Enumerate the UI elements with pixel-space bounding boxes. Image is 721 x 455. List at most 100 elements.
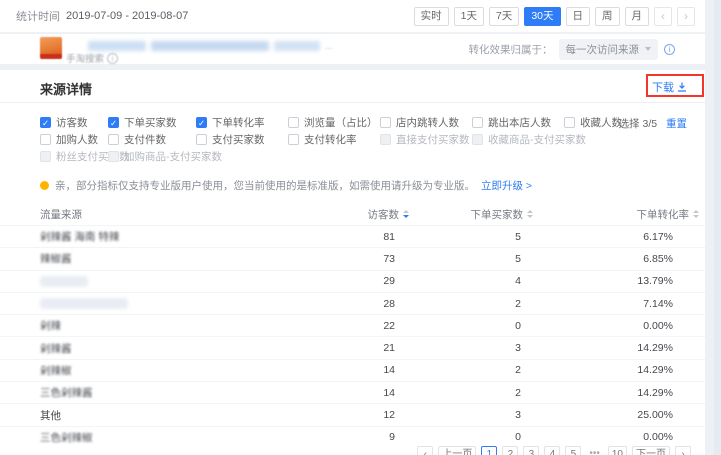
metric-checkbox-item[interactable]: ✓访客数 [40, 115, 108, 130]
page-title: 来源详情 [40, 79, 92, 98]
pagination-item[interactable]: 上一页 [438, 446, 476, 455]
prev-period-button[interactable]: ‹ [654, 7, 672, 26]
source-cell: 剁辣椒 [0, 363, 295, 378]
checkbox[interactable] [288, 117, 299, 128]
checkbox[interactable]: ✓ [40, 117, 51, 128]
attribution-select[interactable]: 每一次访问来源 [559, 39, 659, 60]
checkbox [472, 134, 483, 145]
pagination-item[interactable]: 下一页 [632, 446, 670, 455]
source-cell [0, 275, 295, 287]
table-row: 剁辣酱21314.29% [0, 336, 705, 358]
checkbox[interactable] [380, 117, 391, 128]
metric-label: 跳出本店人数 [488, 115, 551, 130]
pagination-item[interactable]: 3 [523, 446, 539, 455]
metric-label: 支付转化率 [304, 132, 357, 147]
source-label: 三色剁辣酱 [40, 387, 93, 399]
source-cell: 剁辣 [0, 318, 295, 333]
metric-checkbox-item[interactable]: ✓ 下单转化率 [196, 115, 288, 130]
time-range-button[interactable]: 实时 [414, 7, 449, 26]
metric-label: 支付买家数 [212, 132, 265, 147]
conversion-cell: 25.00% [539, 409, 705, 421]
pagination-item[interactable]: ‹ [417, 446, 433, 455]
column-source: 流量来源 [0, 207, 295, 222]
table-row: 辣椒酱7356.85% [0, 247, 705, 269]
sort-icon[interactable] [403, 210, 409, 218]
metric-checkbox-item[interactable]: 支付件数 [108, 132, 196, 147]
buyers-cell: 3 [415, 342, 539, 354]
date-range-value[interactable]: 2019-07-09 - 2019-08-07 [66, 10, 188, 22]
metric-checkbox-item[interactable]: 加购人数 [40, 132, 108, 147]
notice-dot-icon [40, 181, 49, 190]
pagination-item[interactable]: 1 [481, 446, 497, 455]
buyers-cell: 2 [415, 364, 539, 376]
metric-checkbox-item[interactable]: 支付转化率 [288, 132, 380, 147]
checkbox[interactable]: ✓ [196, 117, 207, 128]
metric-checkbox-item[interactable]: 支付买家数 [196, 132, 288, 147]
pagination-item[interactable]: › [675, 446, 691, 455]
source-label: 剁辣 [40, 320, 61, 332]
panel-header: 来源详情 下载 [0, 70, 705, 103]
table-row: 其他12325.00% [0, 403, 705, 425]
metric-row: ✓访客数✓下单买家数✓下单转化率浏览量（占比）店内跳转人数跳出本店人数收藏人数 [40, 114, 705, 131]
time-range-button[interactable]: 日 [566, 7, 591, 26]
metric-checkbox-item[interactable]: ✓下单买家数 [108, 115, 196, 130]
time-range-button[interactable]: 7天 [489, 7, 519, 26]
time-range-button[interactable]: 周 [595, 7, 620, 26]
metric-label: 下单转化率 [212, 115, 265, 130]
time-range-group: 实时 1天 7天 30天日周月 ‹ › [414, 7, 695, 26]
metric-checkbox-item[interactable]: 店内跳转人数 [380, 115, 472, 130]
visitors-cell: 21 [295, 342, 415, 354]
sort-icon[interactable] [693, 210, 699, 218]
info-icon[interactable]: i [107, 53, 118, 64]
sort-icon[interactable] [527, 210, 533, 218]
pagination-item[interactable]: 10 [608, 446, 627, 455]
checkbox[interactable] [288, 134, 299, 145]
column-buyers[interactable]: 下单买家数 [415, 207, 539, 222]
checkbox[interactable] [196, 134, 207, 145]
buyers-cell: 5 [415, 231, 539, 243]
source-label: 剁辣椒 [40, 365, 72, 377]
reset-link[interactable]: 重置 [666, 118, 687, 130]
visitors-cell: 29 [295, 275, 415, 287]
visitors-cell: 14 [295, 387, 415, 399]
source-cell: 其他 [0, 408, 295, 423]
metric-selector: ✓访客数✓下单买家数✓下单转化率浏览量（占比）店内跳转人数跳出本店人数收藏人数加… [0, 103, 705, 165]
buyers-cell: 0 [415, 320, 539, 332]
buyers-cell: 2 [415, 298, 539, 310]
redacted-text [40, 276, 88, 287]
checkbox[interactable] [108, 134, 119, 145]
conversion-cell: 13.79% [539, 275, 705, 287]
product-title-tail: ... [325, 41, 333, 51]
table-row: 三色剁辣酱14214.29% [0, 381, 705, 403]
visitors-cell: 9 [295, 431, 415, 443]
source-label: 剁辣酱 海南 特辣 [40, 231, 119, 243]
pagination-item[interactable]: 2 [502, 446, 518, 455]
checkbox[interactable]: ✓ [108, 117, 119, 128]
upgrade-link[interactable]: 立即升级 > [481, 178, 532, 193]
next-period-button[interactable]: › [677, 7, 695, 26]
metric-checkbox-item[interactable]: 跳出本店人数 [472, 115, 564, 130]
conversion-cell: 14.29% [539, 387, 705, 399]
checkbox[interactable] [472, 117, 483, 128]
table-row: 三色剁辣椒900.00% [0, 426, 705, 448]
pagination-item[interactable]: 5 [565, 446, 581, 455]
download-icon [677, 82, 687, 92]
pagination-item[interactable]: 4 [544, 446, 560, 455]
source-label: 其他 [40, 410, 61, 422]
buyers-cell: 3 [415, 409, 539, 421]
metric-checkbox-item[interactable]: 浏览量（占比） [288, 115, 380, 130]
time-range-button[interactable]: 1天 [454, 7, 484, 26]
info-icon[interactable]: i [664, 44, 675, 55]
checkbox [380, 134, 391, 145]
column-conversion[interactable]: 下单转化率 [539, 207, 705, 222]
time-range-button[interactable]: 30天 [524, 7, 560, 26]
source-detail-panel: 来源详情 下载 ✓访客数✓下单买家数✓下单转化率浏览量（占比）店内跳转人数跳出本… [0, 70, 705, 455]
checkbox[interactable] [40, 134, 51, 145]
scrollbar[interactable] [714, 0, 721, 455]
checkbox[interactable] [564, 117, 575, 128]
upgrade-notice: 亲，部分指标仅支持专业版用户使用，您当前使用的是标准版，如需使用请升级为专业版。… [40, 178, 705, 193]
column-visitors[interactable]: 访客数 [295, 207, 415, 222]
time-range-button[interactable]: 月 [625, 7, 650, 26]
metric-label: 收藏人数 [580, 115, 622, 130]
download-button[interactable]: 下载 [652, 79, 687, 95]
